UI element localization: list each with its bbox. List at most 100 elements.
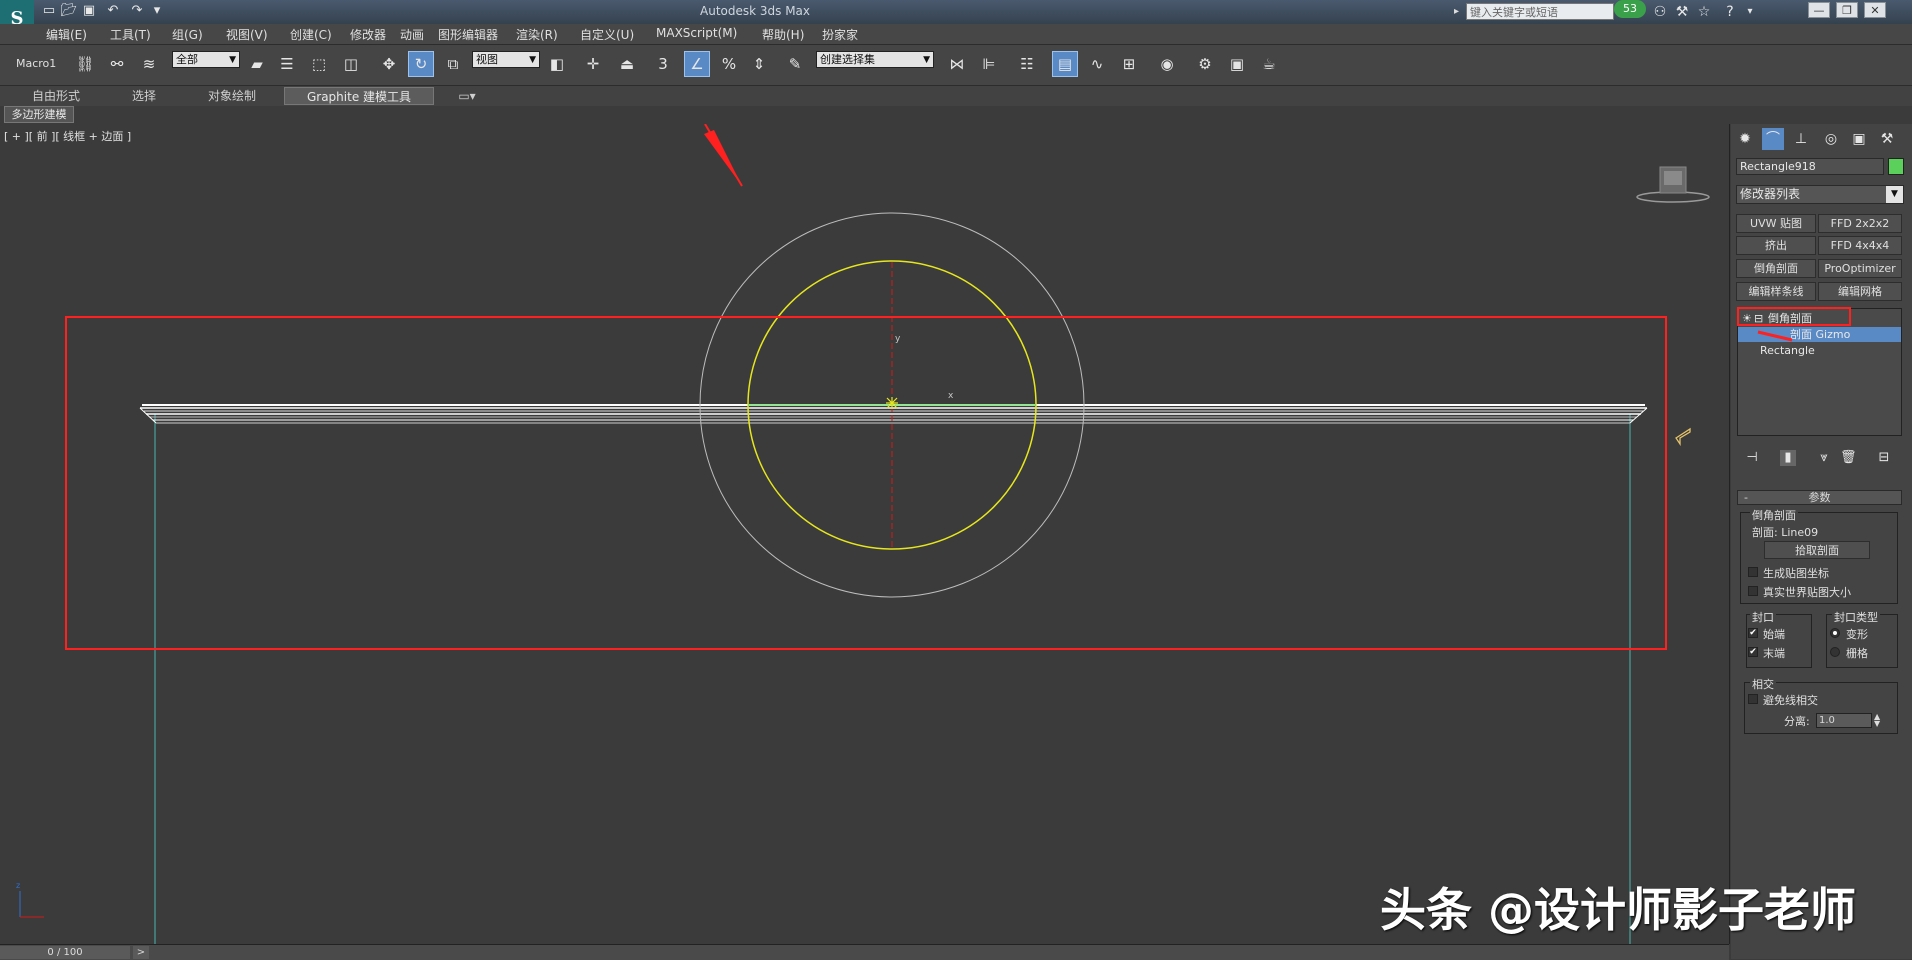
unlink-selection-icon[interactable]: ⚯ [104, 51, 130, 77]
restore-button[interactable]: ❐ [1836, 2, 1858, 18]
cap-type-morph-radio[interactable] [1830, 628, 1840, 638]
select-and-rotate-icon[interactable]: ↻ [408, 51, 434, 77]
time-slider[interactable] [0, 944, 1729, 960]
uvw-map-button[interactable]: UVW 贴图 [1736, 214, 1816, 233]
reference-coord-dropdown[interactable]: 视图 ▼ [472, 51, 540, 68]
percent-snap-toggle-icon[interactable]: % [716, 51, 742, 77]
help-icon[interactable]: ? [1720, 2, 1740, 22]
save-icon[interactable]: ▣ [80, 3, 98, 19]
favorites-icon[interactable]: ☆ [1694, 2, 1714, 22]
utilities-tab-icon[interactable]: ⚒ [1876, 128, 1898, 150]
select-object-icon[interactable]: ▰ [244, 51, 270, 77]
notification-badge[interactable]: 53 [1614, 0, 1646, 18]
selection-filter-dropdown[interactable]: 全部 ▼ [172, 51, 240, 68]
separation-spinner[interactable]: 1.0 [1816, 713, 1872, 728]
window-crossing-icon[interactable]: ◫ [338, 51, 364, 77]
close-button[interactable]: ✕ [1864, 2, 1886, 18]
parameters-rollout-header[interactable]: - 参数 [1737, 490, 1902, 505]
menu-create[interactable]: 创建(C) [290, 26, 332, 43]
rectangular-selection-icon[interactable]: ⬚ [306, 51, 332, 77]
prooptimizer-button[interactable]: ProOptimizer [1818, 259, 1902, 278]
menu-graph-editors[interactable]: 图形编辑器 [438, 26, 498, 43]
create-tab-icon[interactable]: ✹ [1734, 128, 1756, 150]
spinner-arrows-icon[interactable]: ▲ ▼ [1874, 713, 1884, 728]
snaps-toggle-icon[interactable]: 3 [650, 51, 676, 77]
display-tab-icon[interactable]: ▣ [1848, 128, 1870, 150]
ffd-4x4x4-button[interactable]: FFD 4x4x4 [1818, 236, 1902, 255]
menu-animation[interactable]: 动画 [400, 26, 424, 43]
menu-views[interactable]: 视图(V) [226, 26, 268, 43]
spinner-snap-toggle-icon[interactable]: ⇕ [746, 51, 772, 77]
select-manipulate-icon[interactable]: ✛ [580, 51, 606, 77]
mirror-icon[interactable]: ⋈ [944, 51, 970, 77]
show-end-result-icon[interactable]: ▮ [1780, 450, 1796, 466]
extrude-button[interactable]: 挤出 [1736, 236, 1816, 255]
select-and-link-icon[interactable]: ⛓ [72, 51, 98, 77]
ribbon-options-icon[interactable]: ▭▾ [454, 87, 480, 105]
menu-banjiajia[interactable]: 扮家家 [822, 26, 858, 43]
menu-group[interactable]: 组(G) [172, 26, 203, 43]
edit-spline-button[interactable]: 编辑样条线 [1736, 282, 1816, 301]
rendered-frame-icon[interactable]: ▣ [1224, 51, 1250, 77]
avoid-self-intersect-checkbox[interactable] [1748, 694, 1758, 704]
select-and-scale-icon[interactable]: ⧉ [440, 51, 466, 77]
object-name-field[interactable]: Rectangle918 [1736, 158, 1884, 175]
modifier-list-dropdown[interactable]: 修改器列表 [1736, 185, 1904, 204]
menu-customize[interactable]: 自定义(U) [580, 26, 634, 43]
undo-icon[interactable]: ↶ [104, 3, 122, 19]
bevel-profile-button[interactable]: 倒角剖面 [1736, 259, 1816, 278]
ffd-2x2x2-button[interactable]: FFD 2x2x2 [1818, 214, 1902, 233]
menu-edit[interactable]: 编辑(E) [46, 26, 87, 43]
select-and-move-icon[interactable]: ✥ [376, 51, 402, 77]
render-production-icon[interactable]: ☕ [1256, 51, 1282, 77]
make-unique-icon[interactable]: ⩔ [1816, 450, 1832, 466]
cap-type-grid-radio[interactable] [1830, 647, 1840, 657]
menu-tools[interactable]: 工具(T) [110, 26, 151, 43]
render-setup-icon[interactable]: ⚙ [1192, 51, 1218, 77]
frame-counter[interactable]: 0 / 100 [0, 946, 130, 959]
schematic-view-icon[interactable]: ⊞ [1116, 51, 1142, 77]
angle-snap-toggle-icon[interactable]: ∠ [684, 51, 710, 77]
tab-graphite-modeling[interactable]: Graphite 建模工具 [284, 87, 434, 105]
pin-stack-icon[interactable]: ⊣ [1744, 450, 1760, 466]
tools-icon[interactable]: ⚒ [1672, 2, 1692, 22]
configure-modifier-sets-icon[interactable]: ⊟ [1876, 450, 1892, 466]
help-dropdown-icon[interactable]: ▾ [1740, 2, 1760, 22]
cap-end-checkbox[interactable]: ✔ [1748, 647, 1758, 657]
motion-tab-icon[interactable]: ◎ [1820, 128, 1842, 150]
redo-icon[interactable]: ↷ [128, 3, 146, 19]
chevron-down-icon[interactable]: ▼ [1886, 186, 1903, 203]
pivot-center-icon[interactable]: ◧ [544, 51, 570, 77]
tab-selection[interactable]: 选择 [110, 87, 178, 105]
real-world-map-size-checkbox[interactable] [1748, 586, 1758, 596]
pick-profile-button[interactable]: 拾取剖面 [1764, 541, 1870, 559]
hierarchy-tab-icon[interactable]: ⊥ [1790, 128, 1812, 150]
menu-maxscript[interactable]: MAXScript(M) [656, 26, 737, 40]
edit-named-selection-icon[interactable]: ✎ [782, 51, 808, 77]
remove-modifier-icon[interactable]: 🗑︎ [1840, 450, 1857, 466]
quick-access-dropdown-icon[interactable]: ▾ [148, 3, 166, 19]
next-frame-button[interactable]: > [133, 946, 149, 959]
search-expand-icon[interactable]: ▸ [1454, 6, 1459, 17]
minimize-button[interactable]: — [1808, 2, 1830, 18]
select-by-name-icon[interactable]: ☰ [274, 51, 300, 77]
tab-freeform[interactable]: 自由形式 [8, 87, 104, 105]
open-file-icon[interactable]: 📂︎ [60, 3, 78, 19]
curve-editor-icon[interactable]: ∿ [1084, 51, 1110, 77]
tab-object-paint[interactable]: 对象绘制 [186, 87, 278, 105]
align-icon[interactable]: ⊫ [976, 51, 1002, 77]
bind-space-warp-icon[interactable]: ≋ [136, 51, 162, 77]
tab-polygon-modeling[interactable]: 多边形建模 [4, 106, 74, 123]
search-input[interactable]: 键入关键字或短语 [1466, 3, 1614, 20]
user-group-icon[interactable]: ⚇ [1650, 2, 1670, 22]
edit-mesh-button[interactable]: 编辑网格 [1818, 282, 1902, 301]
graphite-toggle-icon[interactable]: ▤ [1052, 51, 1078, 77]
cap-start-checkbox[interactable]: ✔ [1748, 628, 1758, 638]
material-editor-icon[interactable]: ◉ [1154, 51, 1180, 77]
named-selection-dropdown[interactable]: 创建选择集 ▼ [816, 51, 934, 68]
keyboard-shortcut-override-icon[interactable]: ⏏ [614, 51, 640, 77]
object-color-swatch[interactable] [1888, 158, 1904, 175]
menu-help[interactable]: 帮助(H) [762, 26, 804, 43]
gen-mapping-coords-checkbox[interactable] [1748, 567, 1758, 577]
menu-rendering[interactable]: 渲染(R) [516, 26, 558, 43]
